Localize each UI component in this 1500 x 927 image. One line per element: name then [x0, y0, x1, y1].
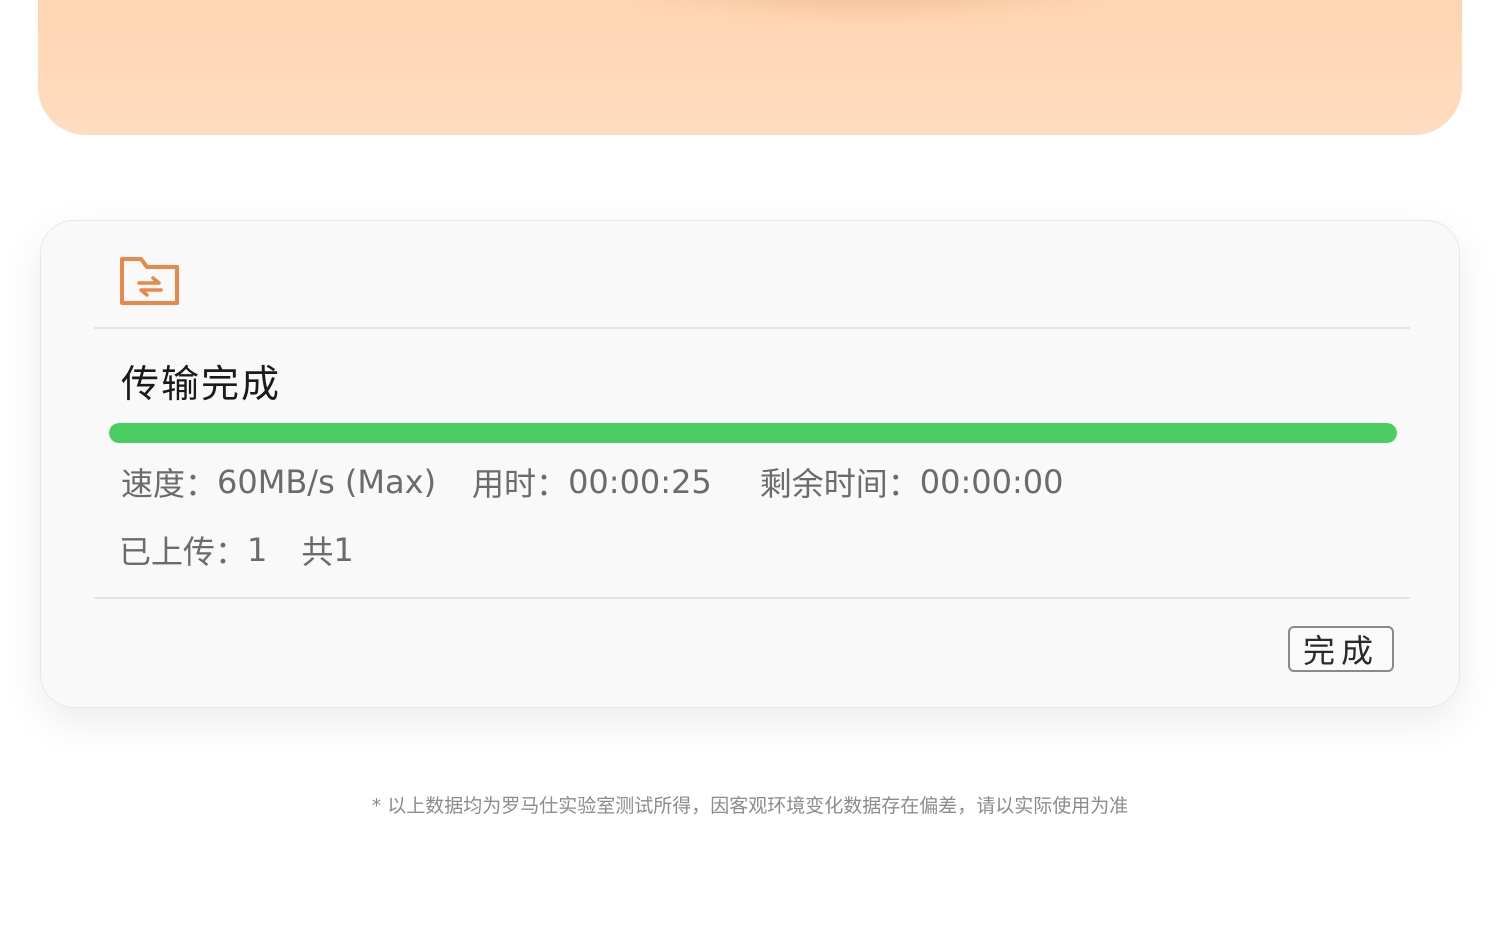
transfer-dialog: 传输完成 速度： 60MB/s (Max) 用时： 00:00:25 剩余时间： 00… [40, 220, 1460, 708]
progress-bar-fill [109, 423, 1397, 443]
uploaded-value: 1 [247, 531, 268, 569]
remaining-value: 00:00:00 [919, 463, 1064, 501]
promo-card [38, 0, 1462, 135]
done-button[interactable]: 完成 [1288, 626, 1394, 672]
speed-stat: 速度： 60MB/s (Max) [121, 459, 436, 505]
transfer-stats: 速度： 60MB/s (Max) 用时： 00:00:25 剩余时间： 00:00:0… [121, 459, 1064, 505]
elapsed-label: 用时： [472, 465, 569, 503]
progress-bar [109, 423, 1397, 443]
footer-divider [94, 597, 1410, 599]
speed-value: 60MB/s (Max) [217, 463, 437, 501]
elapsed-value: 00:00:25 [568, 463, 712, 501]
elapsed-stat: 用时： 00:00:25 [472, 459, 712, 505]
total-label: 共 [301, 533, 334, 571]
disclaimer-footnote: * 以上数据均为罗马仕实验室测试所得，因客观环境变化数据存在偏差，请以实际使用为… [371, 795, 1129, 817]
speed-label: 速度： [121, 465, 218, 503]
remaining-label: 剩余时间： [759, 465, 920, 503]
folder-transfer-icon [119, 255, 181, 307]
remaining-stat: 剩余时间： 00:00:00 [760, 459, 1064, 505]
header-divider [94, 327, 1410, 329]
dialog-title: 传输完成 [121, 362, 282, 406]
upload-count: 已上传： 1 共1 [119, 527, 354, 573]
total-value: 1 [333, 531, 354, 569]
uploaded-label: 已上传： [119, 533, 248, 571]
